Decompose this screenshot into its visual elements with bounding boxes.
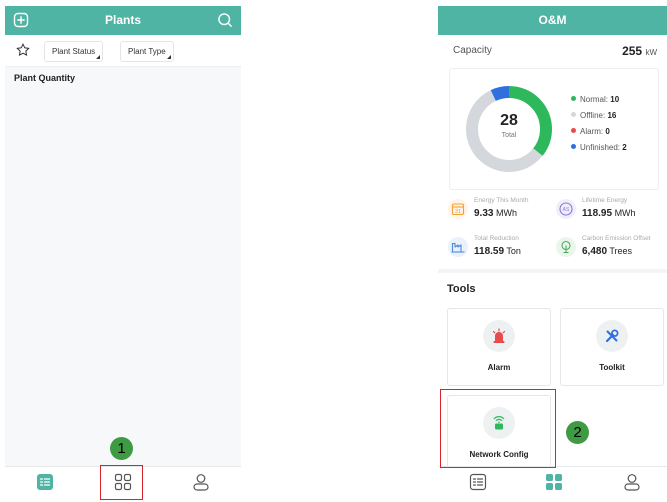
tool-label: Alarm [487, 363, 511, 372]
highlight-box-om-tab [100, 465, 143, 500]
bottom-tab-bar [438, 466, 667, 502]
tab-om[interactable] [534, 467, 574, 502]
metric-value-group: 118.59 Ton [474, 246, 521, 257]
page-title: O&M [538, 13, 567, 27]
legend-unfinished: Unfinished: 2 [571, 143, 627, 155]
metric-title: Total Reduction [474, 235, 519, 242]
donut-total-value: 28 [500, 112, 518, 129]
alarm-light-icon [483, 320, 515, 352]
metric-unit: MWh [495, 208, 517, 218]
grid-icon [545, 473, 563, 496]
capacity-unit: kW [645, 48, 657, 57]
metric-value-group: 6,480 Trees [582, 246, 632, 257]
star-icon[interactable] [16, 43, 30, 57]
page-title: Plants [104, 13, 141, 27]
tab-plants[interactable] [25, 467, 65, 502]
metric-value: 9.33 [474, 208, 494, 219]
tool-alarm[interactable]: Alarm [447, 308, 551, 386]
capacity-label: Capacity [453, 45, 492, 56]
om-header: O&M [438, 6, 667, 35]
legend-value: 0 [605, 127, 610, 136]
metric-value: 6,480 [582, 246, 608, 257]
metric-value: 118.95 [582, 208, 613, 219]
metric-title: Lifetime Energy [582, 197, 628, 204]
tool-label: Toolkit [599, 363, 625, 372]
metric-value: 118.59 [474, 246, 505, 257]
sigma-icon: AS [556, 199, 576, 219]
svg-text:AS: AS [563, 207, 570, 213]
factory-icon [448, 237, 468, 257]
legend-dot [571, 144, 576, 150]
legend-value: 10 [610, 95, 620, 104]
step-badge-2: 2 [566, 421, 589, 444]
filter-bar: Plant Status Plant Type [5, 35, 241, 67]
svg-text:31: 31 [455, 209, 461, 215]
metric-unit: Ton [506, 246, 521, 256]
step-badge-1: 1 [110, 437, 133, 460]
metric-value-group: 9.33 MWh [474, 208, 517, 219]
legend-dot [571, 96, 576, 102]
plant-quantity-title: Plant Quantity [14, 73, 76, 83]
user-icon [192, 473, 210, 496]
legend-offline: Offline: 16 [571, 111, 616, 123]
plants-screen: Plants Plant Status Plant Type Plant Qua… [5, 6, 241, 502]
metric-title: Energy This Month [474, 197, 529, 204]
plant-type-label: Plant Type [128, 47, 166, 56]
search-icon[interactable] [217, 12, 233, 28]
legend-value: 2 [622, 143, 627, 152]
metric-lifetime-energy: AS Lifetime Energy 118.95 MWh [556, 197, 666, 231]
tools-icon [596, 320, 628, 352]
tab-me[interactable] [181, 467, 221, 502]
metric-unit: Trees [609, 246, 633, 256]
tab-plants[interactable] [458, 467, 498, 502]
calendar-icon: 31 [448, 199, 468, 219]
tool-toolkit[interactable]: Toolkit [560, 308, 664, 386]
legend-label: Offline: [580, 111, 606, 120]
legend-label: Alarm: [580, 127, 604, 136]
plant-status-filter[interactable]: Plant Status [44, 41, 104, 62]
plant-type-filter[interactable]: Plant Type [120, 41, 174, 62]
metric-value-group: 118.95 MWh [582, 208, 636, 219]
caret-icon [166, 55, 171, 59]
caret-icon [96, 55, 101, 59]
legend-dot [571, 128, 576, 134]
legend-alarm: Alarm: 0 [571, 127, 610, 139]
metric-title: Carbon Emission Offset [582, 235, 651, 242]
list-icon [36, 473, 54, 496]
plants-header: Plants [5, 6, 241, 35]
metric-carbon-offset: Carbon Emission Offset 6,480 Trees [556, 235, 666, 269]
overview-card: Capacity 255 kW 28 Total Normal: 10 Offl… [438, 35, 667, 269]
legend-label: Unfinished: [580, 143, 621, 152]
metric-energy-this-month: 31 Energy This Month 9.33 MWh [448, 197, 558, 231]
metric-unit: MWh [614, 208, 636, 218]
legend-dot [571, 112, 576, 118]
user-icon [623, 473, 641, 496]
tools-title: Tools [447, 283, 476, 295]
metric-total-reduction: Total Reduction 118.59 Ton [448, 235, 558, 269]
legend-normal: Normal: 10 [571, 95, 619, 107]
status-panel: 28 Total Normal: 10 Offline: 16 Alarm: 0… [449, 68, 659, 190]
plant-status-label: Plant Status [52, 47, 96, 56]
legend-label: Normal: [580, 95, 609, 104]
tree-icon [556, 237, 576, 257]
capacity-value-group: 255 kW [622, 44, 657, 58]
legend-value: 16 [607, 111, 617, 120]
list-icon [469, 473, 487, 496]
tab-me[interactable] [612, 467, 652, 502]
highlight-box-network-config [440, 389, 556, 468]
capacity-value: 255 [622, 44, 643, 58]
donut-total-label: Total [501, 132, 517, 139]
